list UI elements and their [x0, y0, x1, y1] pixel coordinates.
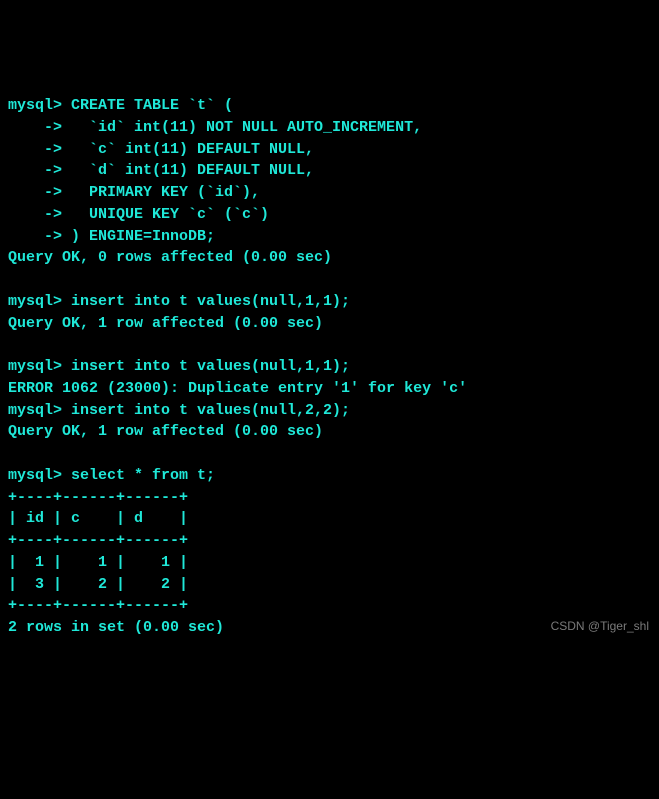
terminal-output: mysql> CREATE TABLE `t` ( -> `id` int(11… [8, 95, 651, 639]
watermark: CSDN @Tiger_shl [551, 618, 649, 635]
